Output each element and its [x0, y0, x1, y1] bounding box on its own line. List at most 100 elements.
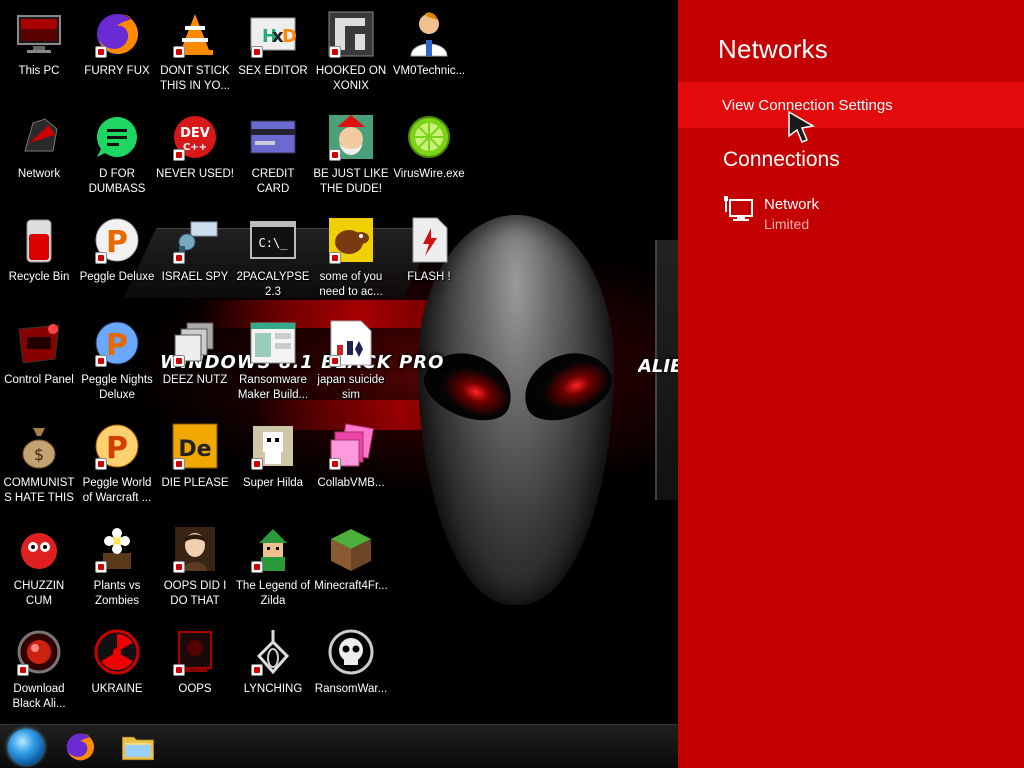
svg-text:P: P — [106, 431, 128, 466]
start-button[interactable] — [4, 725, 48, 768]
flyout-title: Networks — [718, 34, 828, 64]
desktop-icon-label: COMMUNISTS HATE THIS G... — [3, 477, 75, 504]
noose-icon — [249, 628, 297, 676]
view-connection-settings-link[interactable]: View Connection Settings — [678, 82, 1024, 128]
desktop-icon-label: The Legend of Zilda — [235, 580, 311, 607]
shortcut-arrow-icon — [173, 252, 185, 264]
desktop-icon-label: Recycle Bin — [8, 271, 70, 283]
desktop-icon-label: some of you need to ac... — [319, 271, 383, 298]
networks-flyout: Networks View Connection Settings Connec… — [678, 0, 1024, 768]
chat-bubble-icon — [93, 113, 141, 161]
desktop-icon-ransomwar[interactable]: RansomWar... — [312, 622, 390, 724]
desktop-icon-label: HOOKED ON XONIX — [315, 65, 387, 92]
desktop-icon-hooked-on-xonix[interactable]: HOOKED ON XONIX — [312, 4, 390, 107]
desktop-icon-vm0technic[interactable]: VM0Technic... — [390, 4, 468, 107]
desktop-icon-oops[interactable]: OOPS — [156, 622, 234, 724]
desktop-icon-2pacalypse[interactable]: C:\_ 2PACALYPSE 2.3 — [234, 210, 312, 313]
desktop-icon-die-please[interactable]: De DIE PLEASE — [156, 416, 234, 519]
desktop-icon-label: FURRY FUX — [84, 65, 150, 77]
money-bag-icon: $ — [15, 422, 63, 470]
desktop-icon-network[interactable]: Network — [0, 107, 78, 210]
peggle-icon: P — [93, 319, 141, 367]
desktop-icon-legend-of-zilda[interactable]: The Legend of Zilda — [234, 519, 312, 622]
desktop-icon-label: DIE PLEASE — [161, 477, 229, 489]
recycle-bin-icon — [15, 216, 63, 264]
zelda-icon — [249, 525, 297, 573]
desktop-icon-credit-card-checker[interactable]: CREDIT CARD CHECKER — [234, 107, 312, 210]
spy-tool-icon — [171, 216, 219, 264]
shortcut-arrow-icon — [95, 355, 107, 367]
hxd-icon: HxD — [249, 10, 297, 58]
shortcut-arrow-icon — [173, 458, 185, 470]
desktop[interactable]: WINDOWS 8.1 BLACK PRO ALIEN This PC Netw… — [0, 0, 678, 724]
desktop-icon-peggle-deluxe[interactable]: P Peggle Deluxe — [78, 210, 156, 313]
portrait-icon — [171, 525, 219, 573]
desktop-icon-ukraine[interactable]: UKRAINE — [78, 622, 156, 724]
desktop-icon-download-black-alien[interactable]: Download Black Ali... — [0, 622, 78, 724]
desktop-icon-label: Ransomware Maker Build... — [237, 374, 309, 401]
desktop-icon-dont-stick[interactable]: DONT STICK THIS IN YO... — [156, 4, 234, 107]
desktop-icon-sex-editor[interactable]: HxD SEX EDITOR — [234, 4, 312, 107]
desktop-icon-control-panel[interactable]: Control Panel — [0, 313, 78, 416]
desktop-icon-collabvmb[interactable]: CollabVMB... — [312, 416, 390, 519]
desktop-icon-never-used[interactable]: DEV C++ NEVER USED! — [156, 107, 234, 210]
svg-text:P: P — [106, 328, 128, 363]
shortcut-arrow-icon — [173, 149, 185, 161]
shortcut-arrow-icon — [251, 561, 263, 573]
desktop-icon-israel-spy[interactable]: ISRAEL SPY — [156, 210, 234, 313]
desktop-icon-deez-nutz[interactable]: DEEZ NUTZ — [156, 313, 234, 416]
desktop-icon-label: RansomWar... — [314, 683, 388, 695]
dog-icon — [327, 216, 375, 264]
doctor-icon — [405, 10, 453, 58]
desktop-icon-label: This PC — [18, 65, 60, 77]
svg-text:C++: C++ — [183, 142, 207, 153]
desktop-icon-label: Control Panel — [4, 374, 74, 386]
terminal-icon: C:\_ — [249, 216, 297, 264]
file-explorer-icon — [122, 736, 154, 761]
desktop-icon-label: UKRAINE — [91, 683, 143, 695]
desktop-icon-label: SEX EDITOR — [238, 65, 308, 77]
shortcut-arrow-icon — [95, 561, 107, 573]
desktop-icon-communists[interactable]: $ COMMUNISTS HATE THIS G... — [0, 416, 78, 519]
desktop-icon-label: LYNCHING — [243, 683, 303, 695]
taskbar-file-explorer-button[interactable] — [116, 725, 160, 768]
desktop-icon-peggle-warcraft[interactable]: P Peggle World of Warcraft ... — [78, 416, 156, 519]
desktop-icon-plants-vs-zombies[interactable]: Plants vs Zombies — [78, 519, 156, 622]
desktop-icon-oops-did-i[interactable]: OOPS DID I DO THAT — [156, 519, 234, 622]
network-connection-item[interactable]: Network Limited — [722, 192, 1002, 238]
control-panel-icon — [15, 319, 63, 367]
desktop-icon-d-for-dumbass[interactable]: D FOR DUMBASS — [78, 107, 156, 210]
desktop-icon-flash[interactable]: FLASH ! — [390, 210, 468, 313]
firefox-icon — [93, 10, 141, 58]
shortcut-arrow-icon — [329, 458, 341, 470]
flower-icon — [93, 525, 141, 573]
desktop-icon-peggle-nights[interactable]: P Peggle Nights Deluxe — [78, 313, 156, 416]
desktop-icon-some-of-you[interactable]: some of you need to ac... — [312, 210, 390, 313]
red-orb-icon — [15, 628, 63, 676]
taskbar — [0, 724, 678, 768]
desktop-icon-recycle-bin[interactable]: Recycle Bin — [0, 210, 78, 313]
desktop-icon-label: Network — [17, 168, 61, 180]
vlc-cone-icon — [171, 10, 219, 58]
desktop-icon-label: Minecraft4Fr... — [314, 580, 388, 592]
dark-monitor-icon — [171, 628, 219, 676]
desktop-icon-japan-suicide-sim[interactable]: japan suicide sim — [312, 313, 390, 416]
desktop-icon-label: Download Black Ali... — [12, 683, 66, 710]
peggle-icon: P — [93, 216, 141, 264]
desktop-icon-viruswire[interactable]: VirusWire.exe — [390, 107, 468, 210]
desktop-icon-label: DONT STICK THIS IN YO... — [159, 65, 231, 92]
desktop-icon-furry-fux[interactable]: FURRY FUX — [78, 4, 156, 107]
desktop-icon-minecraft4free[interactable]: Minecraft4Fr... — [312, 519, 390, 622]
elf-icon — [327, 113, 375, 161]
taskbar-firefox-button[interactable] — [58, 725, 102, 768]
desktop-icon-super-hilda[interactable]: Super Hilda — [234, 416, 312, 519]
shortcut-arrow-icon — [251, 664, 263, 676]
desktop-icon-this-pc[interactable]: This PC — [0, 4, 78, 107]
desktop-icon-lynching[interactable]: LYNCHING — [234, 622, 312, 724]
desktop-icon-be-just-like-the-dude[interactable]: BE JUST LIKE THE DUDE! — [312, 107, 390, 210]
start-orb-icon — [8, 729, 44, 765]
desktop-icon-chuzzin[interactable]: CHUZZIN CUM — [0, 519, 78, 622]
desktop-icon-label: FLASH ! — [407, 271, 451, 283]
desktop-icon-label: BE JUST LIKE THE DUDE! — [313, 168, 389, 195]
desktop-icon-ransomware-maker[interactable]: Ransomware Maker Build... — [234, 313, 312, 416]
